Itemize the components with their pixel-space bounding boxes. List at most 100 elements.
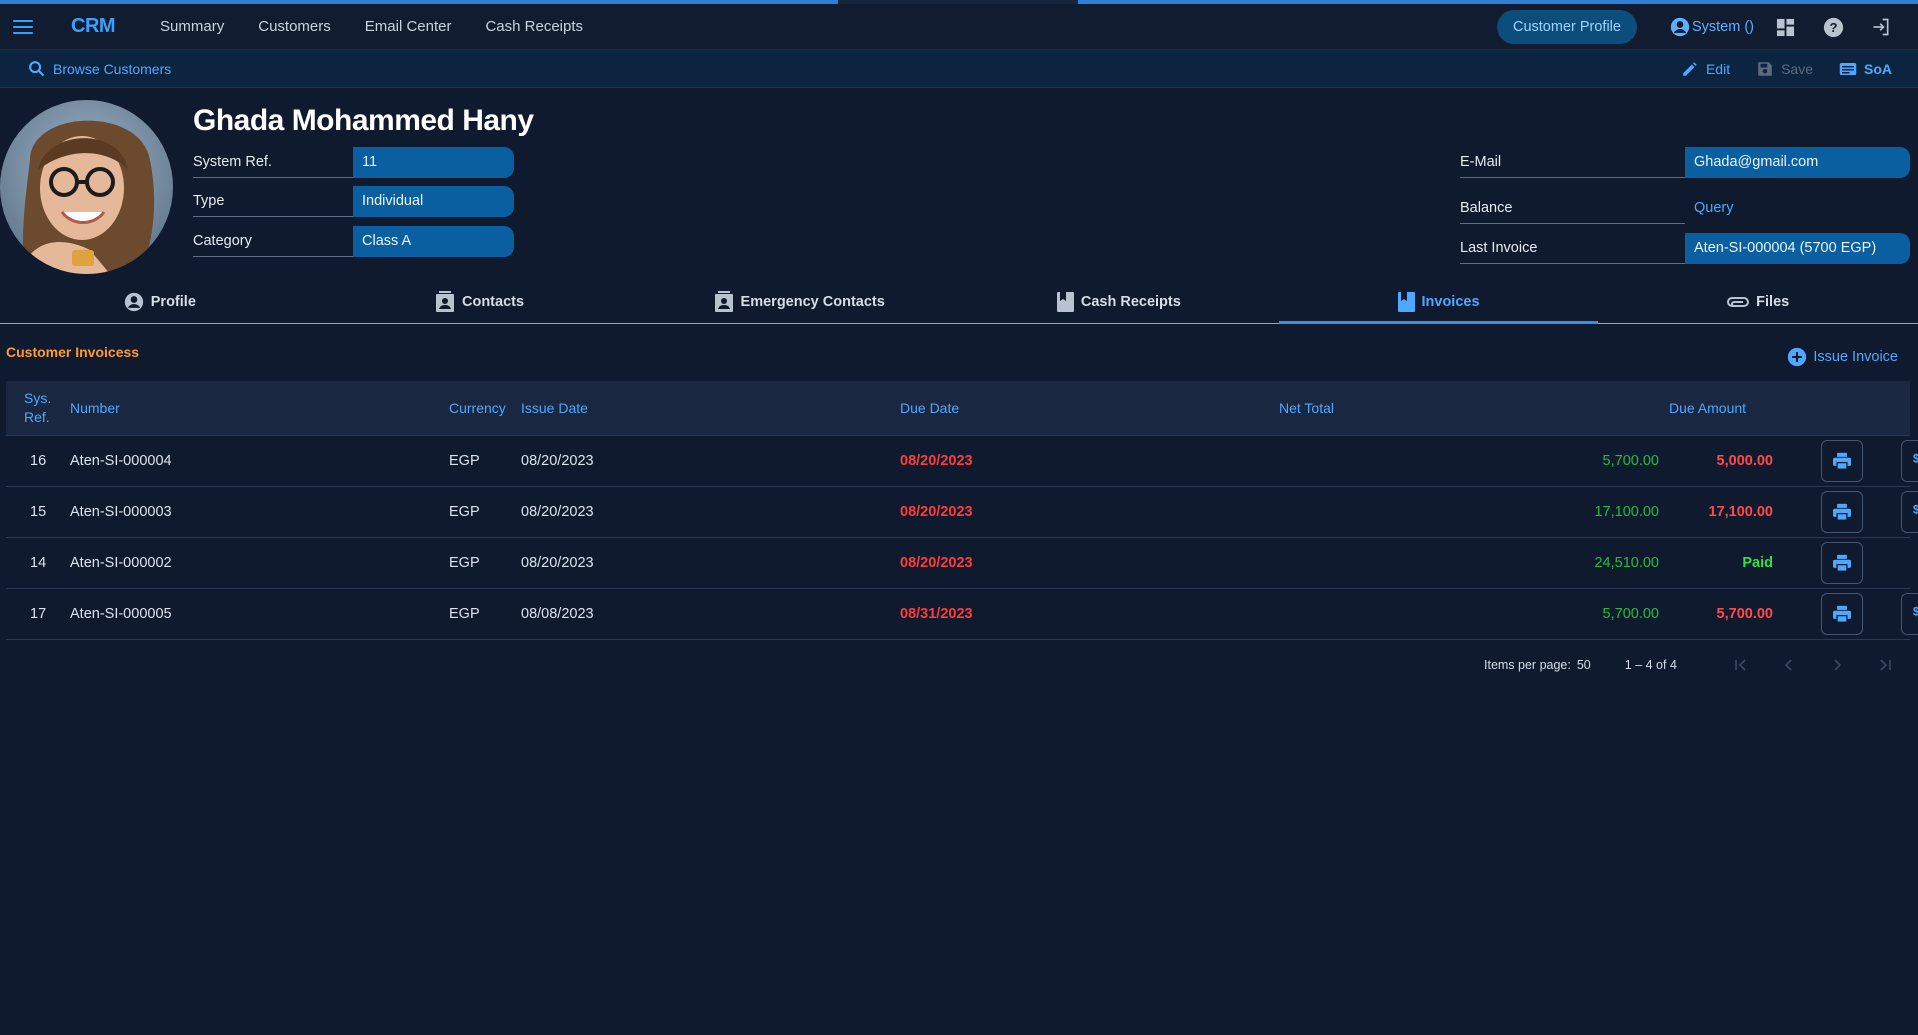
tab-invoices[interactable]: Invoices (1278, 280, 1599, 324)
contact-card-icon (435, 290, 454, 312)
cell-due-date: 08/20/2023 (900, 555, 973, 571)
tab-label: Profile (150, 293, 196, 310)
app-brand[interactable]: CRM (71, 15, 116, 38)
logout-icon[interactable] (1870, 16, 1892, 38)
customer-name: Ghada Mohammed Hany (193, 104, 534, 137)
nav-links: Summary Customers Email Center Cash Rece… (160, 18, 583, 35)
col-number[interactable]: Number (70, 400, 449, 416)
statement-icon (1839, 63, 1857, 75)
cell-sys-ref: 14 (30, 555, 47, 571)
save-icon (1758, 62, 1772, 76)
col-net-total[interactable]: Net Total (1279, 400, 1669, 416)
tab-label: Files (1756, 293, 1790, 310)
cell-net-total: 5,700.00 (1602, 606, 1659, 622)
balance-query-link[interactable]: Query (1685, 193, 1910, 224)
cell-currency: EGP (449, 504, 480, 520)
customer-profile-button[interactable]: Customer Profile (1496, 10, 1637, 44)
svg-text:$: $ (1913, 606, 1918, 619)
soa-button[interactable]: SoA (1839, 61, 1892, 77)
page-range: 1 – 4 of 4 (1624, 658, 1677, 672)
field-label: System Ref. (193, 147, 353, 178)
field-value[interactable]: Ghada@gmail.com (1685, 147, 1910, 178)
pay-button[interactable]: $ (1901, 491, 1918, 533)
nav-link-cash-receipts[interactable]: Cash Receipts (485, 18, 583, 35)
tab-emergency-contacts[interactable]: Emergency Contacts (639, 280, 959, 323)
add-circle-icon (1788, 347, 1807, 367)
account-circle-icon (1670, 17, 1690, 37)
dashboard-icon[interactable] (1774, 16, 1796, 38)
last-page-icon[interactable] (1861, 658, 1909, 672)
col-currency[interactable]: Currency (449, 400, 521, 416)
soa-label: SoA (1864, 61, 1892, 77)
svg-text:$: $ (1913, 453, 1918, 466)
col-due-date[interactable]: Due Date (900, 400, 1279, 416)
prev-page-icon[interactable] (1765, 658, 1813, 672)
browse-customers-button[interactable]: Browse Customers (28, 60, 171, 77)
print-icon (1833, 452, 1851, 470)
cell-due-amount: 5,000.00 (1716, 453, 1773, 469)
print-button[interactable] (1821, 593, 1863, 635)
customer-avatar (0, 100, 173, 274)
cell-net-total: 17,100.00 (1594, 504, 1659, 520)
nav-link-customers[interactable]: Customers (258, 18, 331, 35)
cell-sys-ref: 17 (30, 606, 47, 622)
items-per-page-label: Items per page: (1484, 658, 1571, 672)
cell-sys-ref: 16 (30, 453, 47, 469)
first-page-icon[interactable] (1717, 658, 1765, 672)
print-icon (1833, 503, 1851, 521)
nav-link-summary[interactable]: Summary (160, 18, 224, 35)
col-sys-line2: Ref. (24, 409, 50, 425)
cell-number: Aten-SI-000002 (70, 555, 172, 571)
field-label: Balance (1460, 193, 1685, 224)
pencil-icon (1683, 62, 1697, 76)
issue-invoice-button[interactable]: Issue Invoice (1787, 347, 1898, 367)
user-menu[interactable]: System () (1670, 17, 1754, 37)
table-row: 17 Aten-SI-000005 EGP 08/08/2023 08/31/2… (6, 589, 1918, 640)
tab-cash-receipts[interactable]: Cash Receipts (959, 280, 1279, 323)
menu-icon[interactable] (13, 19, 33, 34)
cell-issue-date: 08/20/2023 (521, 555, 594, 571)
cell-due-amount: 5,700.00 (1716, 606, 1773, 622)
items-per-page-select[interactable]: 50 (1577, 658, 1591, 672)
table-row: 16 Aten-SI-000004 EGP 08/20/2023 08/20/2… (6, 436, 1918, 487)
field-label: Type (193, 186, 353, 217)
save-button[interactable]: Save (1756, 60, 1813, 78)
next-page-icon[interactable] (1813, 658, 1861, 672)
tab-profile[interactable]: Profile (0, 280, 320, 323)
cell-sys-ref: 15 (30, 504, 47, 520)
tab-label: Cash Receipts (1080, 293, 1181, 310)
cell-due-amount: Paid (1742, 555, 1773, 571)
print-icon (1833, 605, 1851, 623)
pay-button[interactable]: $ (1901, 440, 1918, 482)
help-icon[interactable]: ? (1822, 16, 1844, 38)
attachment-icon (1727, 296, 1750, 307)
payment-check-icon: $ (1913, 504, 1918, 517)
print-button[interactable] (1821, 542, 1863, 584)
print-button[interactable] (1821, 491, 1863, 533)
col-issue-date[interactable]: Issue Date (521, 400, 900, 416)
nav-link-email-center[interactable]: Email Center (365, 18, 452, 35)
col-sys-ref[interactable]: Sys. Ref. (6, 389, 70, 427)
field-value[interactable]: 11 (353, 147, 514, 178)
issue-invoice-label: Issue Invoice (1813, 349, 1898, 365)
pay-button[interactable]: $ (1901, 593, 1918, 635)
payment-check-icon: $ (1913, 606, 1918, 619)
tab-files[interactable]: Files (1598, 280, 1918, 323)
cell-currency: EGP (449, 453, 480, 469)
cell-due-date: 08/20/2023 (900, 504, 973, 520)
bookmark-icon (1397, 291, 1415, 312)
cell-number: Aten-SI-000003 (70, 504, 172, 520)
field-value[interactable]: Individual (353, 186, 514, 217)
print-button[interactable] (1821, 440, 1863, 482)
search-icon (29, 61, 45, 77)
col-due-amount[interactable]: Due Amount (1669, 400, 1773, 416)
field-value[interactable]: Class A (353, 226, 514, 257)
cell-issue-date: 08/20/2023 (521, 453, 594, 469)
svg-text:?: ? (1829, 19, 1837, 34)
tab-contacts[interactable]: Contacts (320, 280, 640, 323)
field-balance: Balance Query (1460, 193, 1910, 224)
field-value[interactable]: Aten-SI-000004 (5700 EGP) (1685, 233, 1910, 264)
print-icon (1833, 554, 1851, 572)
svg-text:$: $ (1913, 504, 1918, 517)
edit-button[interactable]: Edit (1681, 60, 1730, 78)
